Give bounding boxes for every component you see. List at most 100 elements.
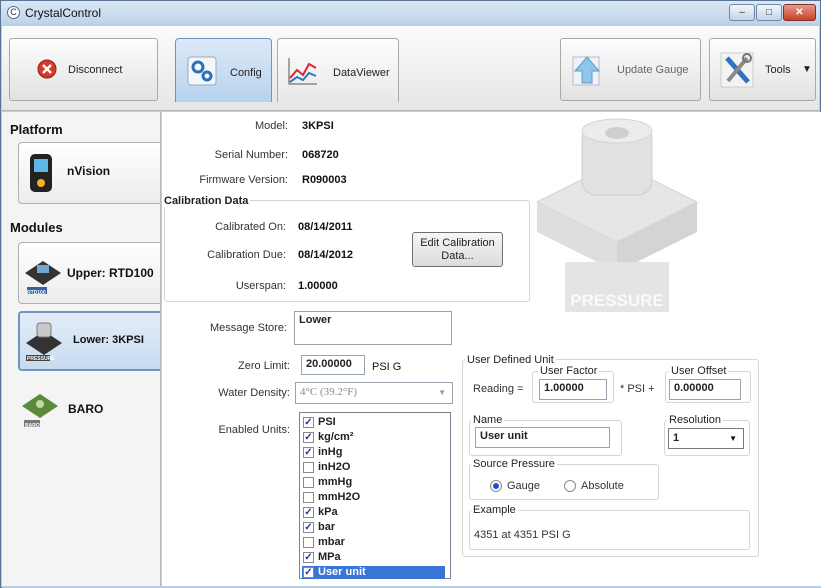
water-density-value: 4°C (39.2°F) [300,386,358,398]
calibrated-on-value: 08/14/2011 [298,221,353,233]
unit-label: inH2O [318,461,351,473]
toolbar: Disconnect Config DataViewer Update Gaug… [2,26,819,111]
unit-checkbox[interactable]: ✓ [303,567,314,578]
unit-list-item[interactable]: ✓ kg/cm² [302,431,445,444]
unit-checkbox[interactable] [303,537,314,548]
absolute-radio[interactable] [564,480,576,492]
pressure-module-image: PRESSURE [535,118,699,312]
sidebar-item-baro[interactable]: BARO BARO [18,378,160,440]
sidebar-item-label: nVision [67,164,111,178]
zero-limit-unit: PSI G [372,361,402,373]
unit-checkbox[interactable] [303,462,314,473]
module-image-label: PRESSURE [570,291,664,310]
unit-label: mbar [318,536,345,548]
unit-list-item[interactable]: ✓ inHg [302,446,445,459]
unit-label: inHg [318,446,343,458]
userspan-label: Userspan: [235,280,286,292]
update-gauge-button[interactable]: Update Gauge [560,38,701,101]
unit-list-item[interactable]: mmHg [302,476,445,489]
sidebar: Platform nVision Modules RTD100 Upper: R… [2,112,161,586]
unit-label: MPa [318,551,341,563]
gears-icon [187,56,217,86]
unit-checkbox[interactable] [303,492,314,503]
message-store-label: Message Store: [209,322,287,334]
unit-checkbox[interactable]: ✓ [303,417,314,428]
sidebar-item-upper-rtd100[interactable]: RTD100 Upper: RTD100 [18,242,160,304]
example-title: Example [471,504,518,516]
calibration-due-value: 08/14/2012 [298,249,354,261]
chart-icon [288,58,317,85]
resolution-value: 1 [673,432,680,444]
unit-list-item[interactable]: ✓ PSI [302,416,445,429]
reading-label: Reading = [473,383,524,395]
water-density-label: Water Density: [218,387,290,399]
gauge-icon: C [7,6,20,19]
sidebar-item-nvision[interactable]: nVision [18,142,160,204]
unit-list-item[interactable]: mbar [302,536,445,549]
user-offset-field[interactable]: 0.00000 [669,379,741,400]
tools-dropdown-icon: ▼ [802,64,812,75]
sidebar-item-lower-3kpsi[interactable]: PRESSURE Lower: 3KPSI [18,311,160,371]
enabled-units-label: Enabled Units: [218,424,290,436]
chevron-down-icon: ▼ [438,388,446,397]
tab-config-label: Config [230,67,262,79]
name-field[interactable]: User unit [475,427,610,448]
unit-checkbox[interactable]: ✓ [303,447,314,458]
water-density-select[interactable]: 4°C (39.2°F) ▼ [295,382,453,404]
unit-list-item[interactable]: ✓ MPa [302,551,445,564]
unit-list-item[interactable]: ✓ kPa [302,506,445,519]
unit-label: mmH2O [318,491,361,503]
absolute-label: Absolute [581,480,624,492]
resolution-select[interactable]: 1 ▼ [668,428,744,449]
app-window: C CrystalControl ‒ □ ✕ Disconnect Config [0,0,821,588]
unit-checkbox[interactable] [303,477,314,488]
unit-checkbox[interactable]: ✓ [303,552,314,563]
config-panel: PRESSURE Model: 3KPSI Serial Number: 068… [162,112,821,586]
unit-label: PSI [318,416,336,428]
user-factor-title: User Factor [538,365,600,377]
sidebar-item-label: BARO [68,402,104,416]
disconnect-icon [37,59,57,79]
close-button[interactable]: ✕ [783,4,816,21]
tab-dataviewer[interactable]: DataViewer [277,38,399,102]
title-bar: C CrystalControl ‒ □ ✕ [1,1,820,25]
model-label: Model: [254,120,288,132]
minimize-button[interactable]: ‒ [729,4,755,21]
unit-checkbox[interactable]: ✓ [303,522,314,533]
edit-calibration-button[interactable]: Edit Calibration Data... [412,232,503,267]
user-factor-field[interactable]: 1.00000 [539,379,607,400]
resolution-title: Resolution [667,414,723,426]
platform-heading: Platform [10,122,63,137]
model-value: 3KPSI [302,120,334,132]
disconnect-button[interactable]: Disconnect [9,38,158,101]
modules-heading: Modules [10,220,63,235]
sidebar-item-label: Upper: RTD100 [67,266,154,280]
unit-label: User unit [318,566,366,578]
gauge-radio[interactable] [490,480,502,492]
unit-list-item[interactable]: inH2O [302,461,445,474]
calibrated-on-label: Calibrated On: [215,221,286,233]
firmware-value: R090003 [302,174,347,186]
unit-checkbox[interactable]: ✓ [303,507,314,518]
user-offset-title: User Offset [669,365,729,377]
enabled-units-list[interactable]: ✓ PSI ✓ kg/cm² ✓ inHg inH2O mmHg mmH2O ✓ kPa ✓ bar mb… [299,412,451,579]
message-store-field[interactable]: Lower [294,311,452,345]
unit-list-item[interactable]: ✓ User unit [302,566,445,579]
tools-label: Tools [765,64,791,76]
tab-config[interactable]: Config [175,38,272,102]
zero-limit-field[interactable]: 20.00000 [301,355,365,375]
unit-list-item[interactable]: mmH2O [302,491,445,504]
unit-label: kg/cm² [318,431,354,443]
serial-label: Serial Number: [214,149,288,161]
unit-list-item[interactable]: ✓ bar [302,521,445,534]
zero-limit-label: Zero Limit: [238,360,290,372]
sidebar-item-label: Lower: 3KPSI [73,334,144,346]
unit-checkbox[interactable]: ✓ [303,432,314,443]
psi-plus-label: * PSI + [620,383,655,395]
maximize-button[interactable]: □ [756,4,782,21]
unit-label: kPa [318,506,338,518]
gauge-label: Gauge [507,480,541,492]
unit-label: bar [318,521,336,533]
tools-icon [720,52,754,88]
tools-button[interactable]: Tools ▼ [709,38,816,101]
